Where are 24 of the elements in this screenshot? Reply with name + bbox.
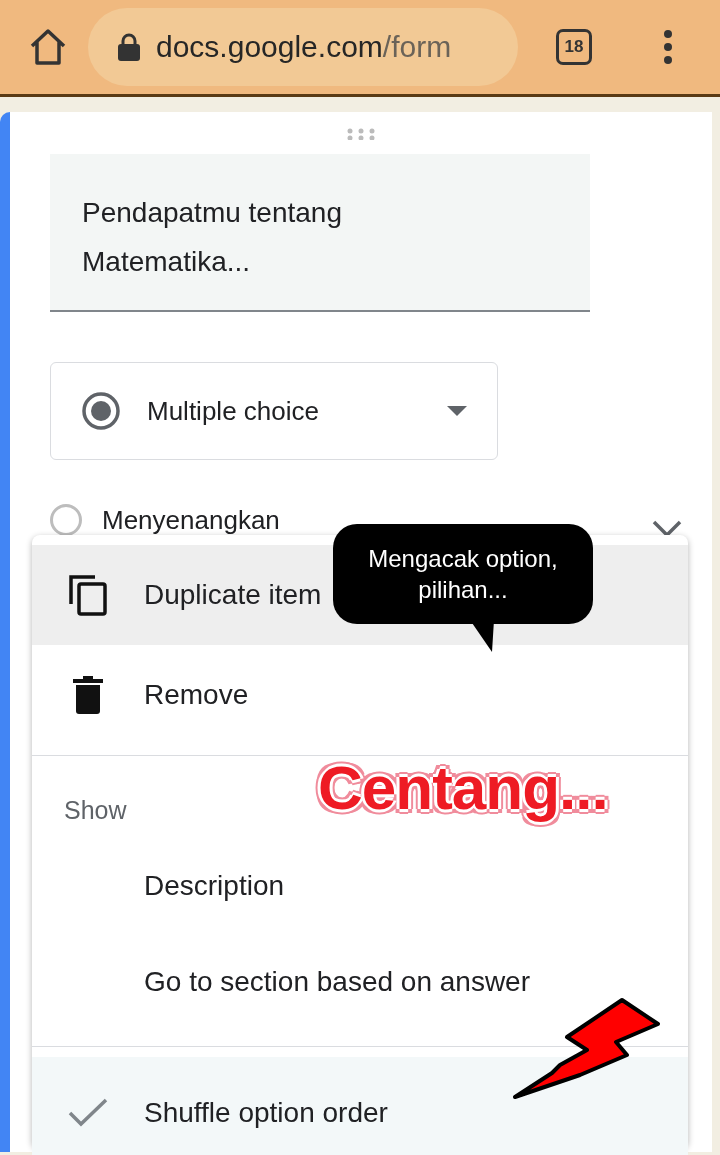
menu-item[interactable]: Shuffle option order (32, 1057, 688, 1155)
radio-icon (81, 391, 121, 431)
menu-item[interactable]: Description (32, 838, 688, 934)
more-icon[interactable] (664, 30, 672, 64)
callout-text: Centang... (318, 752, 608, 823)
question-type-dropdown[interactable]: Multiple choice (50, 362, 498, 460)
question-type-label: Multiple choice (147, 395, 319, 427)
copy-icon (68, 574, 108, 616)
menu-item[interactable]: Go to section based on answer (32, 934, 688, 1030)
address-bar[interactable]: docs.google.com/form (88, 8, 518, 86)
url-text: docs.google.com/form (156, 30, 452, 64)
trash-icon (73, 676, 103, 714)
section-header: Show (64, 796, 127, 824)
speech-bubble: Mengacak option, pilihan... (333, 524, 593, 624)
lightning-bolt-icon (512, 995, 662, 1101)
menu-item[interactable]: Remove (32, 645, 688, 745)
home-icon[interactable] (28, 28, 68, 66)
question-title-field[interactable]: Pendapatmu tentang Matematika... (50, 154, 590, 312)
tab-count-button[interactable]: 18 (556, 29, 592, 65)
caret-icon (447, 406, 467, 416)
lock-icon (118, 33, 140, 61)
drag-handle-icon[interactable] (345, 128, 377, 140)
chevron-icon[interactable] (652, 520, 682, 538)
option-label: Menyenangkan (102, 504, 280, 536)
